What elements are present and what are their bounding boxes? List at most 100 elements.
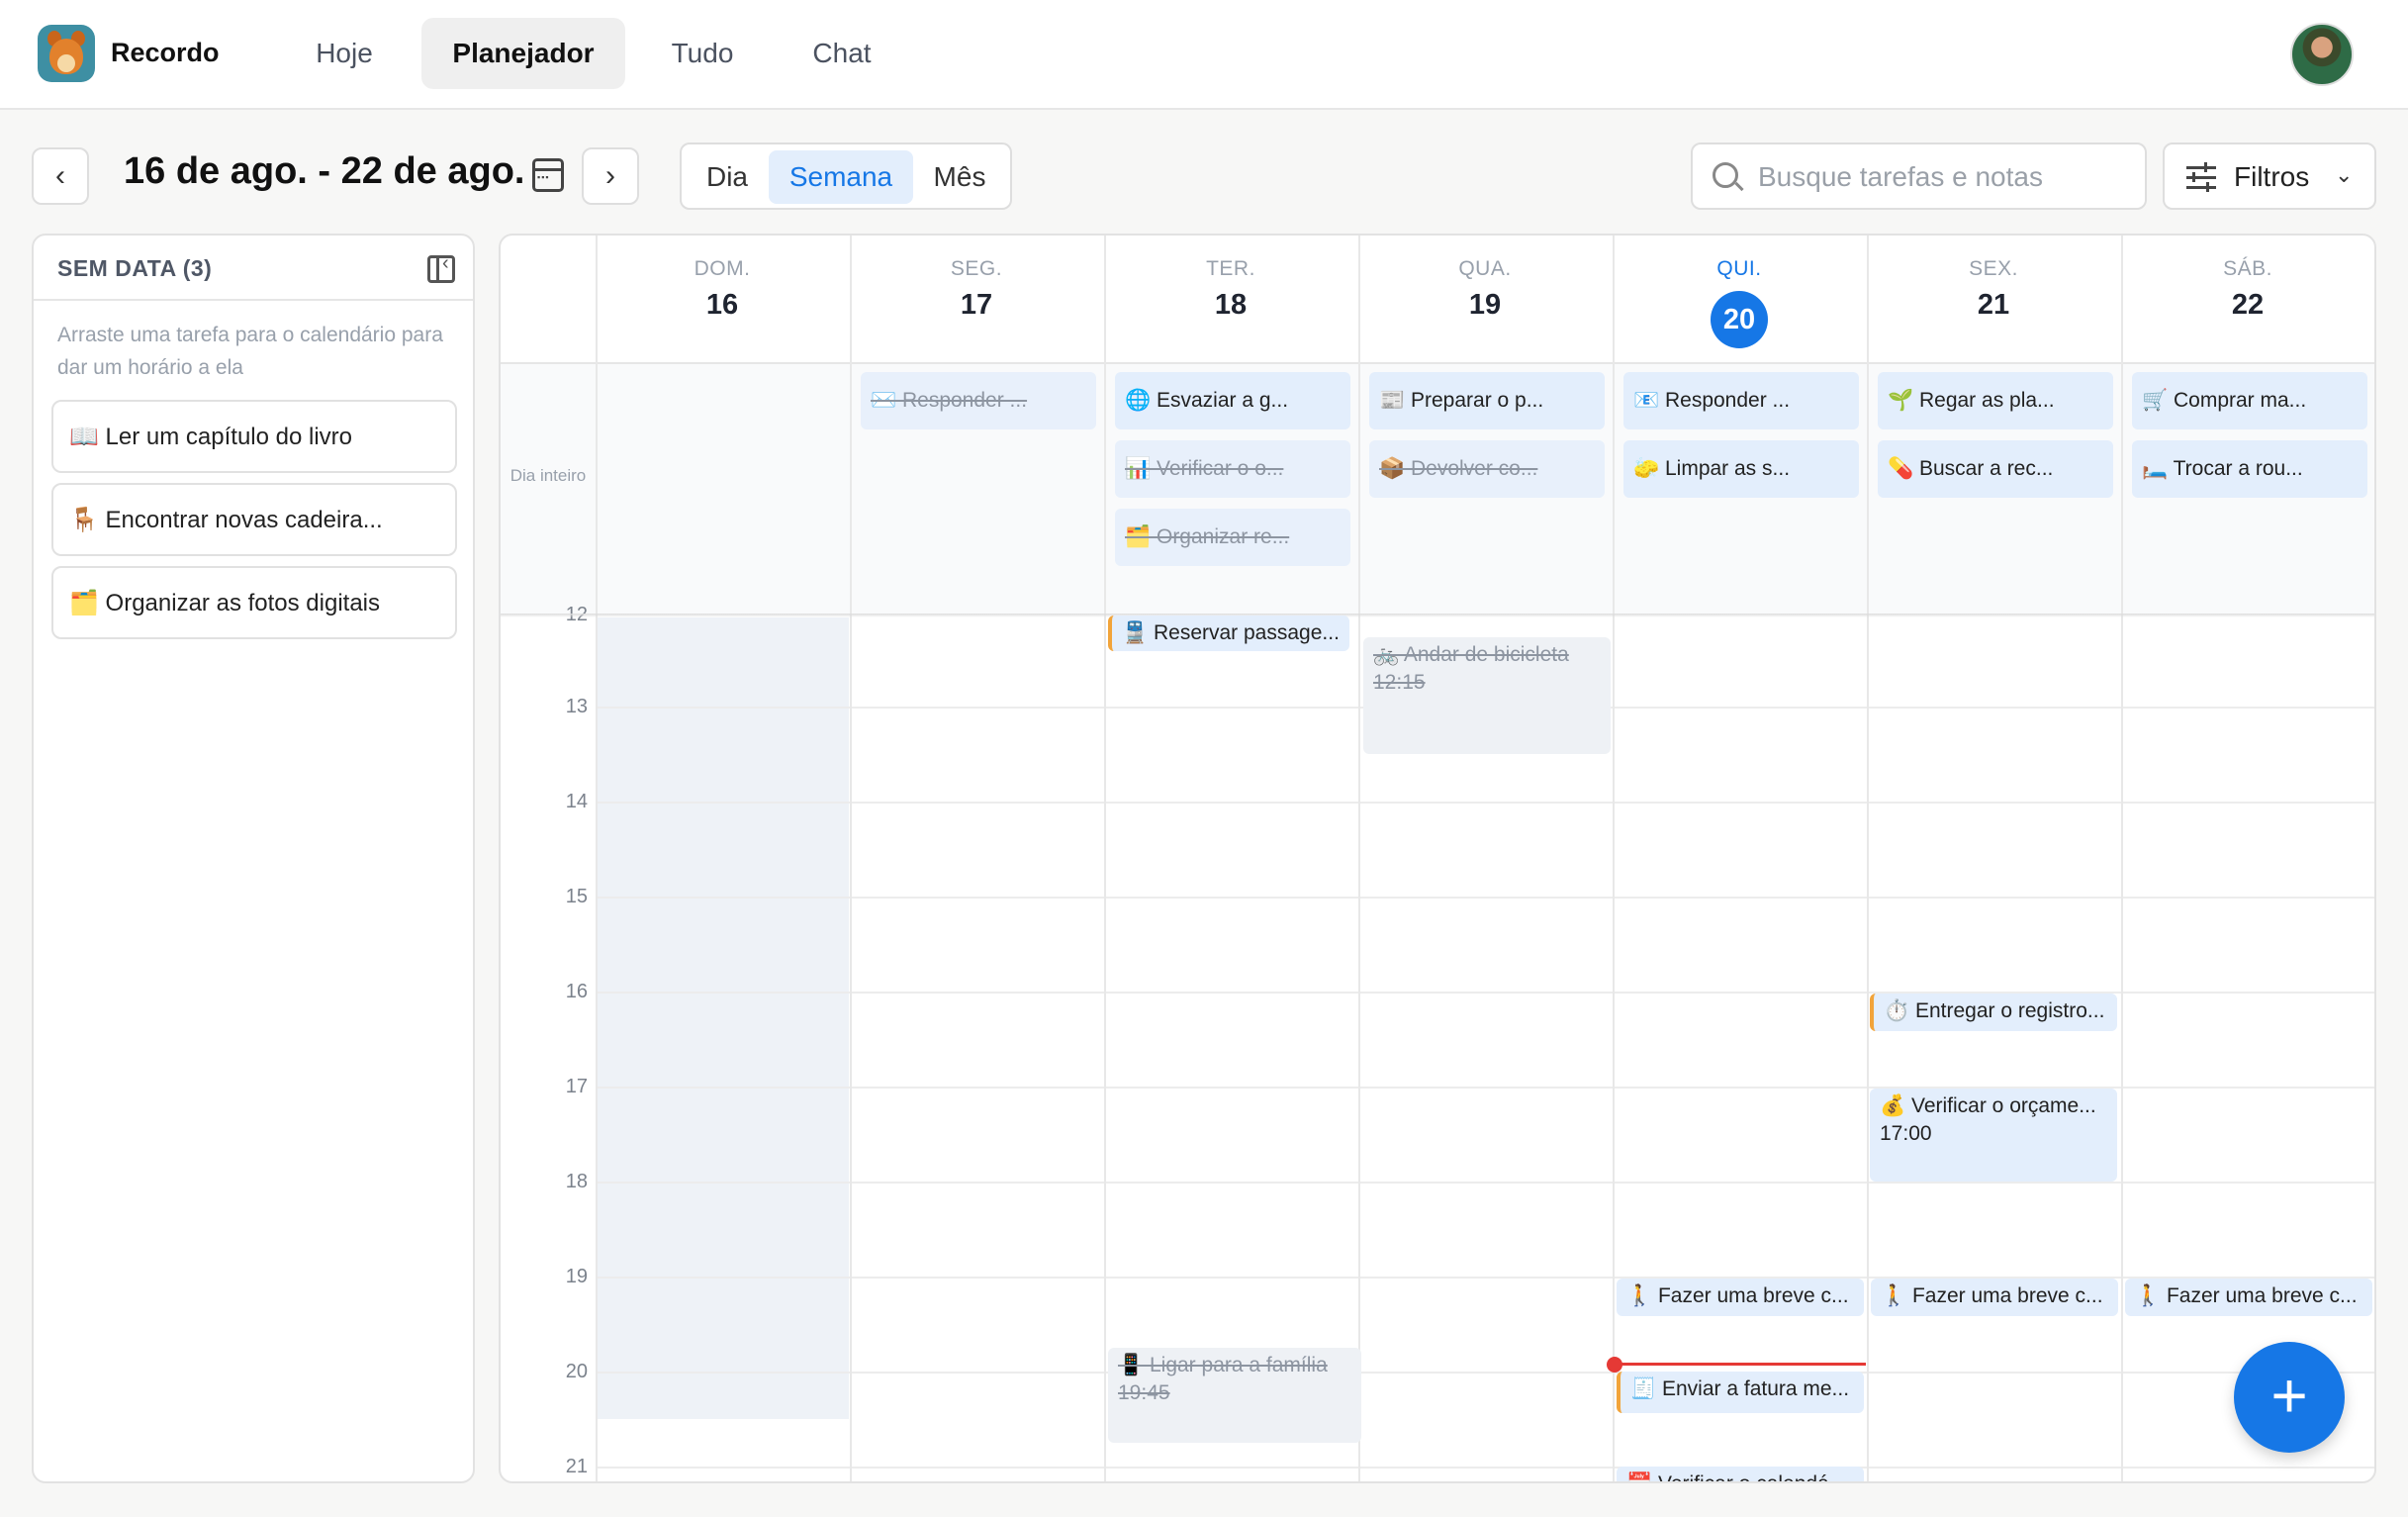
hour-label: 17 [565,1076,588,1097]
day-header-seg[interactable]: SEG. 17 [850,236,1103,362]
search-input[interactable] [1758,158,2134,196]
all-day-task[interactable]: 🗂️ Organizar re... [1115,509,1350,566]
all-day-divider [501,614,2374,617]
undated-hint: Arraste uma tarefa para o calendário par… [57,324,443,379]
calendar-event[interactable]: 📱 Ligar para a família 19:45 [1108,1348,1361,1443]
view-mes-button[interactable]: Mês [915,150,1004,204]
all-day-task[interactable]: 📰 Preparar o p... [1369,372,1605,429]
hour-gridline [596,1182,2374,1184]
search-icon [1713,162,1738,188]
sliders-icon [2186,162,2216,192]
calendar-icon[interactable] [532,158,564,192]
event-title: 🚲 Andar de bicicleta [1373,643,1569,666]
hour-gridline [596,1372,2374,1374]
day-number: 22 [2231,289,2265,321]
chevron-right-icon: › [605,159,615,192]
search-box [1691,142,2147,210]
column-divider [1104,236,1106,1481]
all-day-task[interactable]: 📊 Verificar o o... [1115,440,1350,498]
calendar-event[interactable]: 💰 Verificar o orçame... 17:00 [1870,1089,2117,1182]
app-logo-icon[interactable] [38,25,95,82]
hour-label: 18 [565,1171,588,1192]
column-divider [596,236,598,1481]
hour-gridline [596,1467,2374,1469]
all-day-task[interactable]: 🧽 Limpar as s... [1623,440,1859,498]
calendar-event[interactable]: ⏱️ Entregar o registro... [1870,994,2117,1031]
next-week-button[interactable]: › [582,147,639,205]
all-day-task[interactable]: 💊 Buscar a rec... [1878,440,2113,498]
all-day-task[interactable]: 📦 Devolver co... [1369,440,1605,498]
undated-task[interactable]: 📖 Ler um capítulo do livro [51,400,457,473]
day-header-sex[interactable]: SEX. 21 [1867,236,2120,362]
day-number: 19 [1468,289,1502,321]
tab-chat[interactable]: Chat [780,18,904,89]
day-name: TER. [1206,257,1255,280]
day-header-qua[interactable]: QUA. 19 [1358,236,1612,362]
hour-gridline [596,897,2374,899]
calendar-event[interactable]: 🚆 Reservar passage... [1108,616,1349,651]
all-day-task[interactable]: 🌱 Regar as pla... [1878,372,2113,429]
view-semana-button[interactable]: Semana [769,150,913,204]
hour-label: 20 [565,1361,588,1382]
event-title: 🚶 Fazer uma breve c... [1881,1284,2103,1307]
user-avatar[interactable] [2290,23,2354,86]
day-number: 21 [1977,289,2010,321]
app-name: Recordo [111,38,220,67]
current-time-line [1615,1363,1866,1366]
prev-week-button[interactable]: ‹ [32,147,89,205]
hour-label: 21 [565,1456,588,1477]
day-name: QUA. [1458,257,1512,280]
filters-button[interactable]: Filtros ⌄ [2163,142,2376,210]
chevron-left-icon: ‹ [55,159,65,192]
column-divider [1613,236,1615,1481]
add-task-button[interactable]: + [2234,1342,2345,1453]
calendar-event[interactable]: 🚶 Fazer uma breve c... [2125,1279,2372,1316]
calendar-event[interactable]: 🚶 Fazer uma breve c... [1871,1279,2118,1316]
hour-label: 19 [565,1266,588,1287]
calendar-event[interactable]: 🚲 Andar de bicicleta 12:15 [1363,637,1611,754]
event-title: 🧾 Enviar a fatura me... [1630,1377,1850,1400]
column-divider [850,236,852,1481]
undated-task[interactable]: 🪑 Encontrar novas cadeira... [51,483,457,556]
day-name: SEG. [950,257,1003,280]
hour-label: 14 [565,791,588,812]
all-day-task[interactable]: 🛏️ Trocar a rou... [2132,440,2367,498]
hour-label: 15 [565,886,588,907]
calendar-event[interactable]: 🧾 Enviar a fatura me... [1617,1372,1864,1413]
event-title: 🚶 Fazer uma breve c... [1626,1284,1849,1307]
event-title: ⏱️ Entregar o registro... [1884,999,2105,1022]
chevron-down-icon: ⌄ [2335,162,2354,187]
hour-label: 16 [565,981,588,1002]
plus-icon: + [2270,1360,2308,1431]
calendar-event[interactable]: 🚶 Fazer uma breve c... [1617,1279,1864,1316]
all-day-task[interactable]: 🛒 Comprar ma... [2132,372,2367,429]
column-divider [1358,236,1360,1481]
view-switcher: Dia Semana Mês [680,142,1012,210]
tab-planejador[interactable]: Planejador [421,18,625,89]
all-day-task[interactable]: ✉️ Responder ... [861,372,1096,429]
divider [34,299,473,301]
day-header-sab[interactable]: SÁB. 22 [2121,236,2374,362]
event-title: 💰 Verificar o orçame... [1880,1094,2096,1117]
event-time: 17:00 [1880,1122,1932,1145]
day-header-qui-today[interactable]: QUI. 20 [1613,236,1866,362]
day-name: QUI. [1716,257,1762,280]
date-range-title: 16 de ago. - 22 de ago. [124,150,525,192]
collapse-panel-icon[interactable] [427,252,455,283]
current-time-dot [1607,1357,1622,1373]
undated-task[interactable]: 🗂️ Organizar as fotos digitais [51,566,457,639]
filters-label: Filtros [2234,161,2310,192]
event-time: 19:45 [1118,1381,1170,1404]
all-day-task[interactable]: 🌐 Esvaziar a g... [1115,372,1350,429]
tab-tudo[interactable]: Tudo [651,18,754,89]
day-name: SÁB. [2223,257,2272,280]
view-dia-button[interactable]: Dia [688,150,767,204]
hour-gridline [596,802,2374,804]
day-number: 16 [705,289,739,321]
day-header-ter[interactable]: TER. 18 [1104,236,1357,362]
tab-hoje[interactable]: Hoje [293,18,396,89]
calendar-event[interactable]: 📅 Verificar o calendá... [1617,1467,1864,1481]
all-day-task[interactable]: 📧 Responder ... [1623,372,1859,429]
day-header-dom[interactable]: DOM. 16 [596,236,849,362]
column-divider [1867,236,1869,1481]
